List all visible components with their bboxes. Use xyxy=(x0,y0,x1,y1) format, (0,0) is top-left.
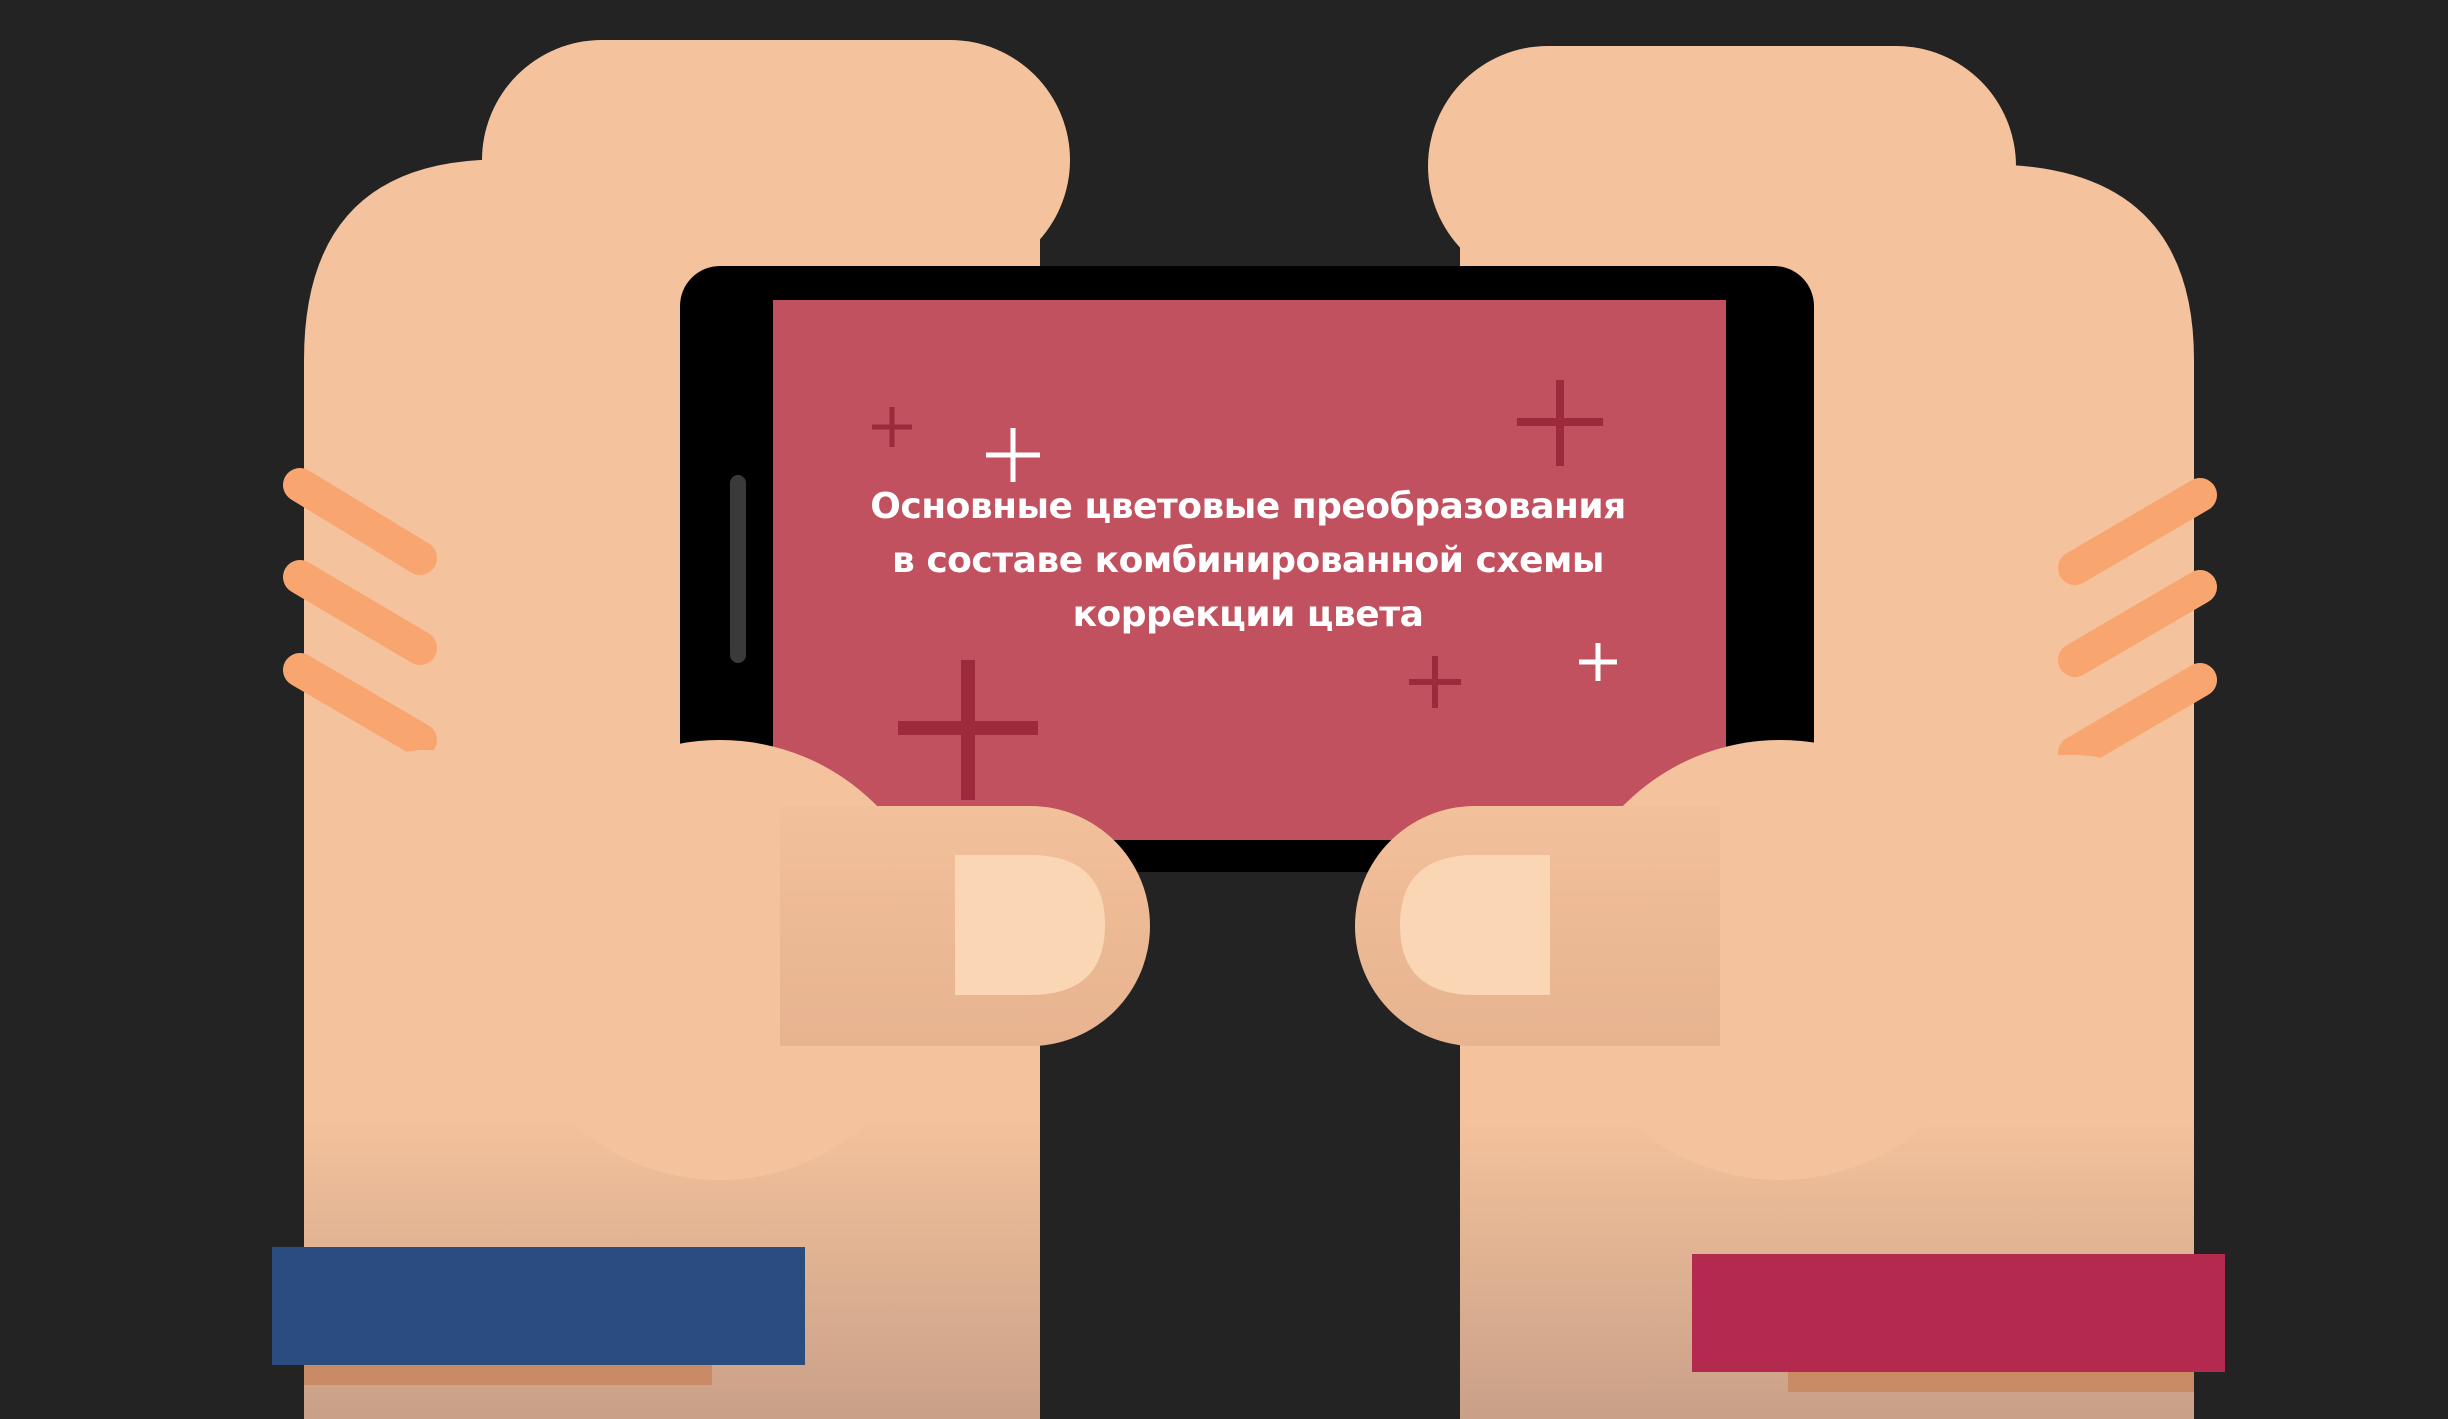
right-wristband xyxy=(1692,1254,2225,1372)
screen-title: Основные цветовые преобразования в соста… xyxy=(870,486,1626,635)
left-wrist-band-shadow xyxy=(304,1365,712,1385)
right-thumbnail xyxy=(1400,855,1550,995)
right-finger-top xyxy=(1428,46,2016,286)
left-thumb-cover xyxy=(780,806,980,1046)
left-thumbnail xyxy=(955,855,1105,995)
illustration xyxy=(0,0,2448,1419)
left-wristband xyxy=(272,1247,805,1365)
left-finger-top xyxy=(482,40,1070,280)
right-wrist-band-shadow xyxy=(1788,1372,2194,1392)
volume-button-icon xyxy=(730,475,746,663)
